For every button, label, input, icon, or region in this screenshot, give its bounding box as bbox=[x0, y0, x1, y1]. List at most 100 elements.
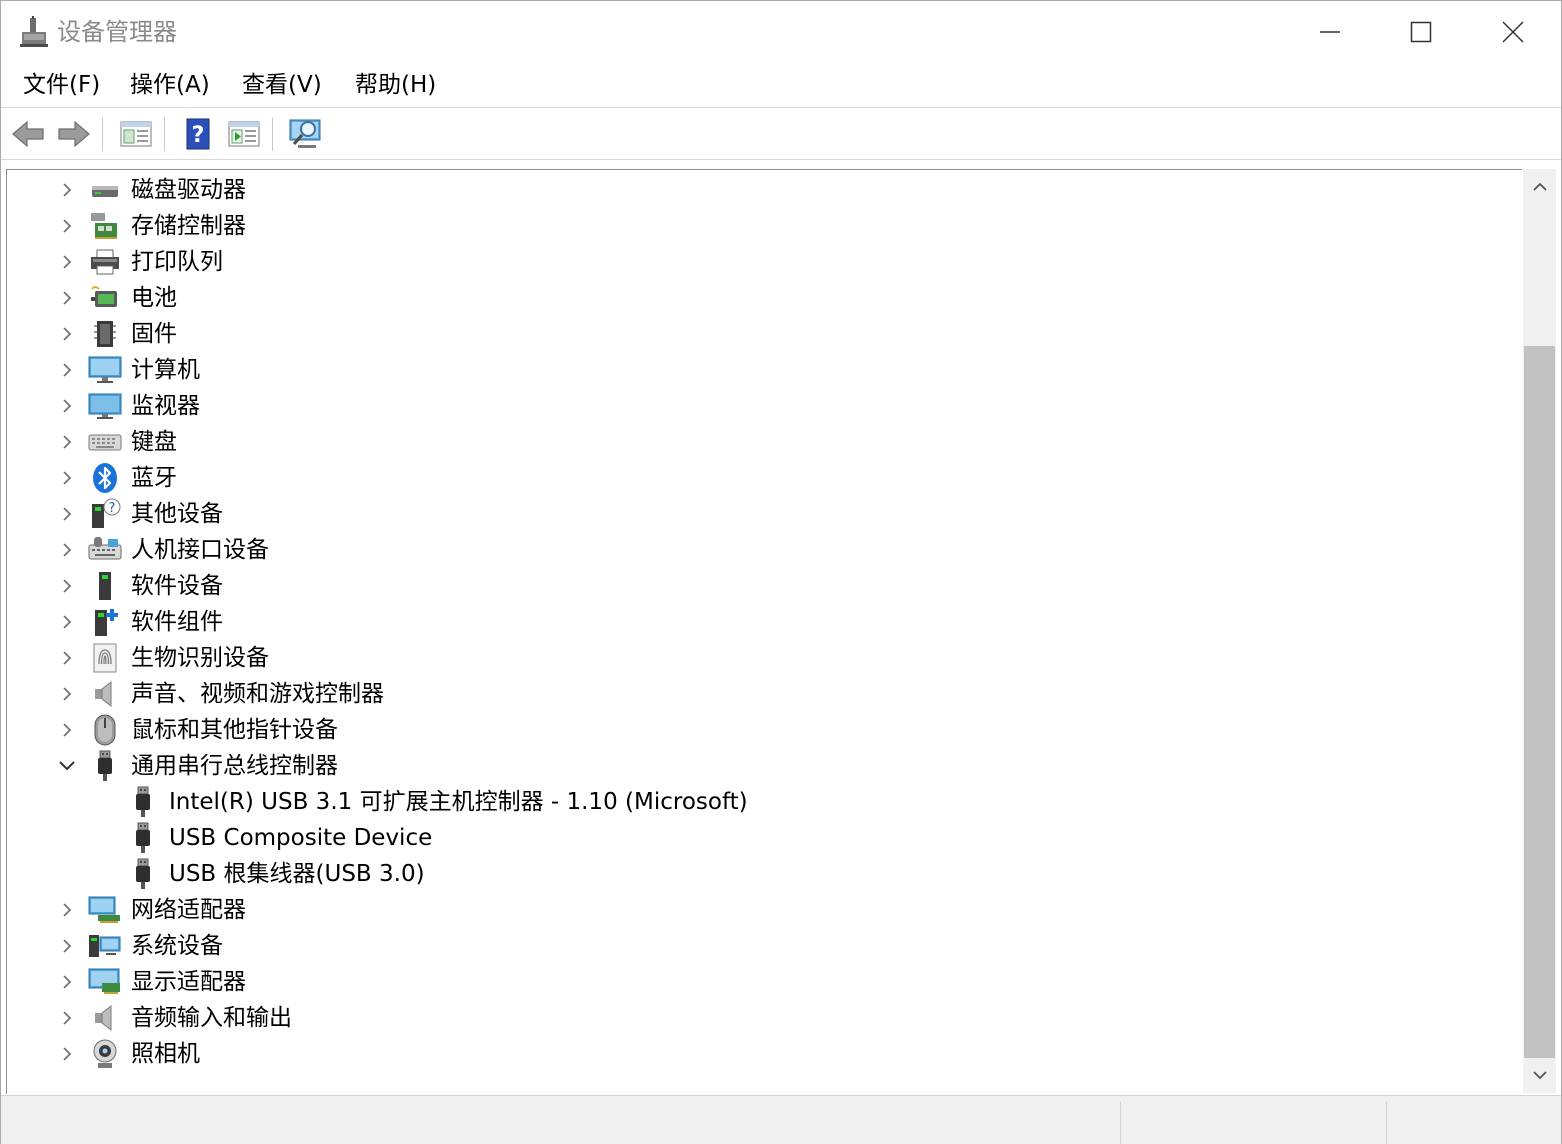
storage-controller-icon bbox=[88, 210, 122, 242]
menu-separator bbox=[1, 107, 1561, 108]
expand-toggle[interactable] bbox=[57, 1044, 77, 1064]
tree-item-label: 音频输入和输出 bbox=[131, 1005, 292, 1031]
tree-category[interactable]: 打印队列 bbox=[7, 244, 1507, 280]
tree-item-label: 打印队列 bbox=[131, 249, 223, 275]
expand-toggle[interactable] bbox=[57, 324, 77, 344]
expand-toggle[interactable] bbox=[57, 648, 77, 668]
expand-toggle[interactable] bbox=[57, 252, 77, 272]
menu-action[interactable]: 操作(A) bbox=[130, 67, 210, 103]
tree-category[interactable]: 键盘 bbox=[7, 424, 1507, 460]
tree-category[interactable]: 人机接口设备 bbox=[7, 532, 1507, 568]
tree-category[interactable]: 电池 bbox=[7, 280, 1507, 316]
expand-toggle[interactable] bbox=[57, 288, 77, 308]
scroll-thumb[interactable] bbox=[1524, 346, 1555, 1058]
collapse-toggle[interactable] bbox=[57, 756, 77, 776]
close-button[interactable] bbox=[1467, 1, 1559, 63]
tree-category[interactable]: 网络适配器 bbox=[7, 892, 1507, 928]
tree-category[interactable]: ? 其他设备 bbox=[7, 496, 1507, 532]
speaker-icon bbox=[88, 1002, 122, 1034]
expand-toggle[interactable] bbox=[57, 432, 77, 452]
vertical-scrollbar[interactable] bbox=[1523, 169, 1556, 1093]
usb-icon bbox=[88, 750, 122, 782]
window-title: 设备管理器 bbox=[57, 18, 177, 46]
tree-category[interactable]: 存储控制器 bbox=[7, 208, 1507, 244]
chevron-right-icon bbox=[63, 1047, 72, 1061]
scroll-up-button[interactable] bbox=[1523, 169, 1556, 205]
tree-category[interactable]: 监视器 bbox=[7, 388, 1507, 424]
chevron-down-icon bbox=[1532, 1071, 1547, 1080]
svg-text:?: ? bbox=[109, 501, 116, 516]
tree-category[interactable]: 计算机 bbox=[7, 352, 1507, 388]
run-button[interactable] bbox=[226, 117, 262, 151]
expand-toggle[interactable] bbox=[57, 720, 77, 740]
chevron-right-icon bbox=[63, 579, 72, 593]
expand-toggle[interactable] bbox=[57, 540, 77, 560]
tree-category[interactable]: 显示适配器 bbox=[7, 964, 1507, 1000]
firmware-icon bbox=[88, 318, 122, 350]
tree-item-label: 键盘 bbox=[131, 429, 177, 455]
chevron-right-icon bbox=[63, 183, 72, 197]
expand-toggle[interactable] bbox=[57, 936, 77, 956]
tree-category[interactable]: 鼠标和其他指针设备 bbox=[7, 712, 1507, 748]
expand-toggle[interactable] bbox=[57, 1008, 77, 1028]
usb-icon bbox=[126, 822, 160, 854]
tree-device-item[interactable]: USB Composite Device bbox=[7, 820, 1507, 856]
minimize-button[interactable] bbox=[1284, 1, 1376, 63]
chevron-right-icon bbox=[63, 687, 72, 701]
expand-toggle[interactable] bbox=[57, 360, 77, 380]
expand-toggle[interactable] bbox=[57, 612, 77, 632]
scan-hardware-button[interactable] bbox=[288, 117, 324, 151]
tree-item-label: 固件 bbox=[131, 321, 177, 347]
tree-category[interactable]: 声音、视频和游戏控制器 bbox=[7, 676, 1507, 712]
mouse-icon bbox=[88, 714, 122, 746]
help-button[interactable]: ? bbox=[180, 117, 216, 151]
tree-category[interactable]: 系统设备 bbox=[7, 928, 1507, 964]
unknown-device-icon: ? bbox=[88, 498, 122, 530]
properties-button[interactable] bbox=[118, 117, 154, 151]
forward-button[interactable] bbox=[56, 117, 92, 151]
menu-file[interactable]: 文件(F) bbox=[23, 67, 100, 103]
hid-icon bbox=[88, 534, 122, 566]
device-manager-app-icon bbox=[20, 16, 48, 48]
tree-item-label: 电池 bbox=[131, 285, 177, 311]
menu-help[interactable]: 帮助(H) bbox=[355, 67, 436, 103]
keyboard-icon bbox=[88, 426, 122, 458]
chevron-right-icon bbox=[63, 543, 72, 557]
tree-device-item[interactable]: Intel(R) USB 3.1 可扩展主机控制器 - 1.10 (Micros… bbox=[7, 784, 1507, 820]
tree-category[interactable]: 生物识别设备 bbox=[7, 640, 1507, 676]
tree-category[interactable]: 通用串行总线控制器 bbox=[7, 748, 1507, 784]
expand-toggle[interactable] bbox=[57, 684, 77, 704]
back-button[interactable] bbox=[10, 117, 46, 151]
chevron-right-icon bbox=[63, 975, 72, 989]
tree-category[interactable]: 蓝牙 bbox=[7, 460, 1507, 496]
expand-toggle[interactable] bbox=[57, 504, 77, 524]
tree-category[interactable]: 固件 bbox=[7, 316, 1507, 352]
svg-text:?: ? bbox=[192, 123, 205, 148]
toolbar: ? bbox=[1, 109, 1561, 159]
minimize-icon bbox=[1320, 31, 1340, 33]
expand-toggle[interactable] bbox=[57, 180, 77, 200]
tree-device-item[interactable]: USB 根集线器(USB 3.0) bbox=[7, 856, 1507, 892]
tree-category[interactable]: 照相机 bbox=[7, 1036, 1507, 1072]
maximize-icon bbox=[1410, 21, 1432, 43]
tree-category[interactable]: 音频输入和输出 bbox=[7, 1000, 1507, 1036]
scroll-down-button[interactable] bbox=[1523, 1057, 1556, 1093]
expand-toggle[interactable] bbox=[57, 396, 77, 416]
expand-toggle[interactable] bbox=[57, 972, 77, 992]
maximize-button[interactable] bbox=[1375, 1, 1467, 63]
expand-toggle[interactable] bbox=[57, 576, 77, 596]
usb-icon bbox=[126, 858, 160, 890]
expand-toggle[interactable] bbox=[57, 468, 77, 488]
tree-category[interactable]: 磁盘驱动器 bbox=[7, 172, 1507, 208]
expand-toggle[interactable] bbox=[57, 900, 77, 920]
expand-toggle[interactable] bbox=[57, 216, 77, 236]
fingerprint-icon bbox=[88, 642, 122, 674]
tree-item-label: 鼠标和其他指针设备 bbox=[131, 717, 338, 743]
tree-category[interactable]: 软件设备 bbox=[7, 568, 1507, 604]
menu-view[interactable]: 查看(V) bbox=[242, 67, 322, 103]
chevron-right-icon bbox=[63, 471, 72, 485]
tree-category[interactable]: 软件组件 bbox=[7, 604, 1507, 640]
chevron-right-icon bbox=[63, 399, 72, 413]
help-icon: ? bbox=[186, 118, 210, 150]
network-adapter-icon bbox=[88, 894, 122, 926]
